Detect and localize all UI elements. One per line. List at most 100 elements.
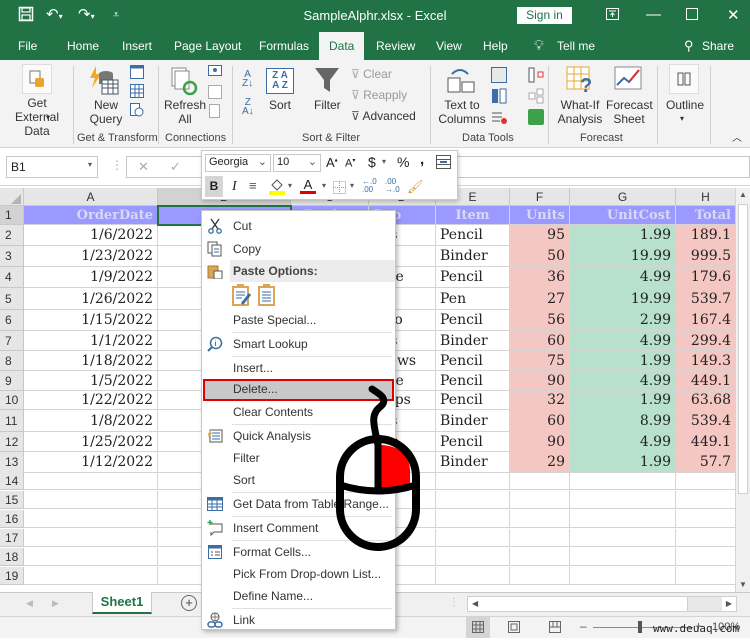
table-cell[interactable] <box>24 567 158 585</box>
row-header[interactable]: 19 <box>0 567 24 585</box>
table-cell[interactable]: Pencil <box>436 432 510 452</box>
font-dropdown-icon[interactable]: ⌄ <box>258 155 267 168</box>
table-cell[interactable] <box>24 491 158 509</box>
ribbon-display-options-icon[interactable] <box>606 7 619 24</box>
data-validation-icon[interactable] <box>491 109 507 125</box>
table-cell[interactable]: 167.4 <box>676 310 735 331</box>
horizontal-scroll-thumb[interactable] <box>482 597 688 611</box>
advanced-filter-button[interactable]: ⊽ Advanced <box>351 109 416 123</box>
manage-data-model-icon[interactable] <box>528 109 544 125</box>
row-header[interactable]: 18 <box>0 548 24 566</box>
table-cell[interactable]: 1/18/2022 <box>24 351 158 371</box>
name-box[interactable]: B1 ▾ <box>6 156 98 178</box>
decrease-font-size-icon[interactable]: A▾ <box>345 157 355 170</box>
paste-keep-formatting-button[interactable] <box>232 284 252 309</box>
scroll-left-icon[interactable]: ◀ <box>472 599 478 608</box>
page-layout-view-button[interactable] <box>508 621 520 636</box>
row-header[interactable]: 15 <box>0 491 24 509</box>
tab-file[interactable]: File <box>18 39 37 53</box>
table-cell[interactable] <box>510 567 570 585</box>
text-to-columns-button[interactable]: Text to Columns <box>438 98 486 126</box>
menu-item-paste-special[interactable]: Paste Special... <box>202 309 395 331</box>
table-cell[interactable]: 189.1 <box>676 225 735 246</box>
menu-item-pick-from-list[interactable]: Pick From Drop-down List... <box>202 563 395 585</box>
table-cell[interactable] <box>570 472 676 490</box>
page-break-preview-button[interactable] <box>549 621 561 636</box>
table-cell[interactable]: 1/23/2022 <box>24 246 158 267</box>
font-color-icon[interactable]: A <box>300 178 316 194</box>
sort-az-button[interactable]: A Z↓ <box>242 70 253 89</box>
menu-item-cut[interactable]: Cut <box>202 215 395 237</box>
table-cell[interactable]: 56 <box>510 310 570 331</box>
table-cell[interactable]: Pencil <box>436 371 510 391</box>
row-header[interactable]: 1 <box>0 206 24 225</box>
table-cell[interactable]: 1.99 <box>570 225 676 246</box>
percent-button[interactable]: % <box>397 154 409 170</box>
table-cell[interactable] <box>510 529 570 547</box>
table-cell[interactable] <box>436 472 510 490</box>
refresh-all-button[interactable]: Refresh All <box>164 98 206 126</box>
table-cell[interactable]: 27 <box>510 288 570 310</box>
table-cell[interactable]: 19.99 <box>570 246 676 267</box>
comma-style-button[interactable]: , <box>420 151 424 168</box>
from-table-icon[interactable] <box>130 84 144 98</box>
table-cell[interactable]: 36 <box>510 267 570 288</box>
table-cell[interactable]: Pencil <box>436 391 510 410</box>
table-cell[interactable] <box>436 567 510 585</box>
table-cell[interactable] <box>510 548 570 566</box>
decrease-decimal-icon[interactable]: .00 →.0 <box>385 178 400 194</box>
menu-item-smart-lookup[interactable]: i Smart Lookup <box>202 333 395 355</box>
table-cell[interactable]: 449.1 <box>676 371 735 391</box>
tell-me-search[interactable]: Tell me <box>557 39 595 53</box>
row-header[interactable]: 2 <box>0 225 24 246</box>
table-cell[interactable]: 1.99 <box>570 391 676 410</box>
menu-item-copy[interactable]: Copy <box>202 238 395 260</box>
table-cell[interactable]: Pencil <box>436 267 510 288</box>
show-queries-icon[interactable] <box>130 65 144 79</box>
table-cell[interactable] <box>676 567 735 585</box>
next-sheet-icon[interactable]: ▶ <box>52 598 59 609</box>
currency-dropdown-icon[interactable]: ▾ <box>382 157 386 166</box>
table-cell[interactable] <box>510 510 570 528</box>
zoom-slider-thumb[interactable] <box>638 621 642 633</box>
column-header[interactable]: G <box>570 188 676 206</box>
row-header[interactable]: 8 <box>0 351 24 371</box>
table-cell[interactable] <box>24 510 158 528</box>
consolidate-icon[interactable] <box>528 67 544 83</box>
row-header[interactable]: 9 <box>0 371 24 391</box>
tab-split-handle-icon[interactable]: ⋮ <box>449 597 459 608</box>
table-cell[interactable]: 1.99 <box>570 452 676 473</box>
row-header[interactable]: 5 <box>0 288 24 310</box>
header-cell[interactable]: Item <box>436 206 510 225</box>
table-cell[interactable]: 8.99 <box>570 410 676 432</box>
table-cell[interactable]: 63.68 <box>676 391 735 410</box>
table-cell[interactable] <box>676 472 735 490</box>
table-cell[interactable]: 1/15/2022 <box>24 310 158 331</box>
row-header[interactable]: 4 <box>0 267 24 288</box>
maximize-button[interactable] <box>686 7 698 24</box>
table-cell[interactable]: 95 <box>510 225 570 246</box>
horizontal-scrollbar[interactable]: ◀ ▶ <box>467 596 737 612</box>
fill-color-dropdown-icon[interactable]: ▾ <box>288 181 292 190</box>
table-cell[interactable]: 4.99 <box>570 371 676 391</box>
table-cell[interactable]: Pencil <box>436 310 510 331</box>
flash-fill-icon[interactable] <box>491 67 507 83</box>
tab-data[interactable]: Data <box>319 32 365 60</box>
scroll-right-icon[interactable]: ▶ <box>726 599 732 608</box>
table-cell[interactable] <box>570 529 676 547</box>
scroll-up-icon[interactable]: ▲ <box>739 190 747 199</box>
outline-button[interactable]: Outline <box>666 98 704 112</box>
tab-insert[interactable]: Insert <box>122 39 152 53</box>
tab-view[interactable]: View <box>436 39 462 53</box>
column-header[interactable]: A <box>24 188 158 206</box>
table-cell[interactable]: 19.99 <box>570 288 676 310</box>
sort-button[interactable]: Sort <box>268 98 292 112</box>
tab-review[interactable]: Review <box>376 39 415 53</box>
share-button[interactable]: Share <box>702 39 734 53</box>
menu-item-link[interactable]: Link <box>202 609 395 631</box>
font-size-dropdown-icon[interactable]: ⌄ <box>308 155 317 168</box>
collapse-ribbon-icon[interactable]: ︿ <box>732 132 742 146</box>
sheet-tab-sheet1[interactable]: Sheet1 <box>92 592 152 614</box>
table-cell[interactable]: 1/8/2022 <box>24 410 158 432</box>
row-header[interactable]: 3 <box>0 246 24 267</box>
